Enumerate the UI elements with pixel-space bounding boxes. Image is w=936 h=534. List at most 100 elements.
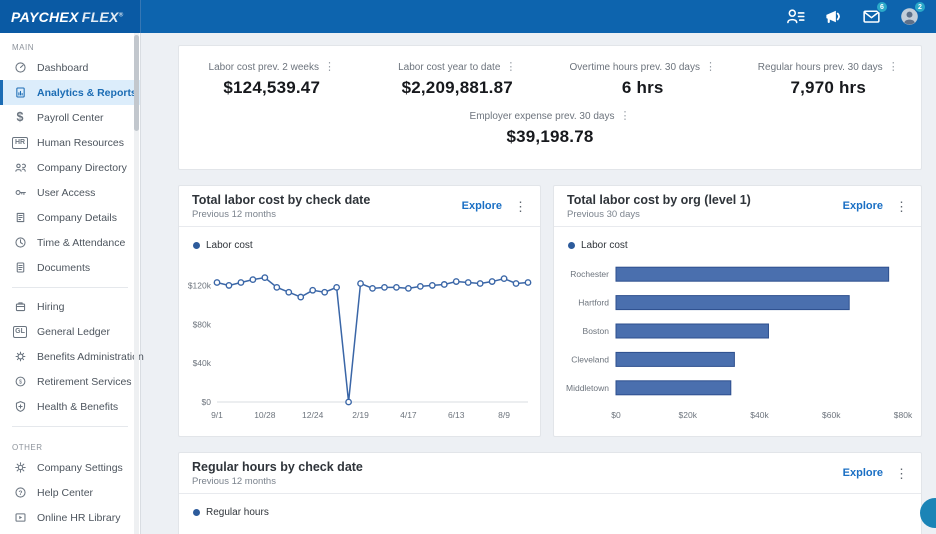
sidebar-item-label: Time & Attendance (37, 237, 125, 249)
panel-title: Total labor cost by org (level 1) (567, 193, 751, 207)
retirement-icon: $ (12, 375, 28, 388)
svg-text:Rochester: Rochester (570, 269, 609, 279)
sidebar-item-company-directory[interactable]: Company Directory (0, 155, 140, 180)
sidebar-item-general-ledger[interactable]: GL General Ledger (0, 319, 140, 344)
kpi-value: $124,539.47 (179, 78, 365, 98)
svg-text:$80k: $80k (193, 319, 212, 329)
panel-subtitle: Previous 12 months (192, 476, 363, 487)
sidebar-item-label: Dashboard (37, 62, 88, 74)
kpi-value: 6 hrs (550, 78, 736, 98)
panel-subtitle: Previous 12 months (192, 209, 370, 220)
panel-total-labor-cost-by-org: Total labor cost by org (level 1) Previo… (553, 185, 922, 437)
logo-brand: PAYCHEX (11, 9, 79, 25)
kebab-menu-icon[interactable]: ⋮ (888, 62, 899, 73)
sidebar-item-help-center[interactable]: ? Help Center (0, 480, 140, 505)
svg-text:$40k: $40k (193, 358, 212, 368)
logo-block[interactable]: PAYCHEXFLEX® (0, 0, 141, 33)
sidebar-item-human-resources[interactable]: HRHuman Resources (0, 130, 140, 155)
payroll-icon: $ (12, 111, 28, 124)
kpi-regular-hours-prev-30-days: Regular hours prev. 30 days⋮7,970 hrs (736, 62, 922, 98)
sidebar-item-label: Analytics & Reports (37, 87, 137, 99)
user-avatar-icon[interactable]: 2 (899, 6, 920, 27)
main-content: Labor cost prev. 2 weeks⋮$124,539.47Labo… (141, 33, 936, 534)
logo-registered-mark: ® (119, 12, 124, 18)
kebab-menu-icon[interactable]: ⋮ (619, 111, 630, 122)
svg-text:$0: $0 (202, 397, 212, 407)
sidebar-item-label: Company Settings (37, 462, 123, 474)
svg-text:$60k: $60k (822, 410, 841, 420)
sidebar-section-label-main: MAIN (0, 33, 140, 55)
notification-badge: 2 (914, 1, 926, 13)
sidebar-scrollbar[interactable] (134, 35, 139, 131)
directory-icon (12, 161, 28, 174)
svg-text:?: ? (18, 490, 22, 497)
megaphone-icon[interactable] (823, 6, 844, 27)
legend-label: Regular hours (206, 507, 269, 518)
kpi-value: 7,970 hrs (736, 78, 922, 98)
sidebar-divider (12, 426, 128, 427)
sidebar-item-label: Documents (37, 262, 90, 274)
sidebar-item-health-benefits[interactable]: Health & Benefits (0, 394, 140, 419)
top-header: PAYCHEXFLEX® 62 (0, 0, 936, 33)
sidebar-item-analytics-reports[interactable]: Analytics & Reports (0, 80, 140, 105)
settings-icon (12, 461, 28, 474)
sidebar-item-online-hr-library[interactable]: Online HR Library (0, 505, 140, 530)
kebab-menu-icon[interactable]: ⋮ (705, 62, 716, 73)
labor-cost-by-org-bar-chart[interactable]: $0$20k$40k$60k$80kRochesterHartfordBosto… (554, 254, 921, 426)
svg-text:6/13: 6/13 (448, 410, 465, 420)
logo-product: FLEX (82, 9, 119, 25)
kebab-menu-icon[interactable]: ⋮ (324, 62, 335, 73)
sidebar-item-label: Retirement Services (37, 376, 132, 388)
sidebar-item-time-attendance[interactable]: Time & Attendance (0, 230, 140, 255)
help-icon: ? (12, 486, 28, 499)
analytics-icon (12, 86, 28, 99)
notification-badge: 6 (876, 1, 888, 13)
svg-text:$0: $0 (611, 410, 621, 420)
explore-link[interactable]: Explore (462, 200, 502, 212)
svg-text:9/1: 9/1 (211, 410, 223, 420)
sidebar-item-retirement-services[interactable]: $ Retirement Services (0, 369, 140, 394)
svg-text:2/19: 2/19 (352, 410, 369, 420)
svg-text:12/24: 12/24 (302, 410, 324, 420)
sidebar-item-company-details[interactable]: Company Details (0, 205, 140, 230)
chart-legend: Labor cost (554, 227, 921, 251)
sidebar-item-documents[interactable]: Documents (0, 255, 140, 280)
sidebar-item-label: Benefits Administration (37, 351, 144, 363)
panel-header: Total labor cost by org (level 1) Previo… (554, 186, 921, 227)
legend-dot-icon (193, 242, 200, 249)
kebab-menu-icon[interactable]: ⋮ (895, 467, 908, 480)
sidebar-item-label: Human Resources (37, 137, 124, 149)
dashboard-icon (12, 61, 28, 74)
panel-title: Total labor cost by check date (192, 193, 370, 207)
svg-text:Cleveland: Cleveland (571, 354, 609, 364)
sidebar-item-dashboard[interactable]: Dashboard (0, 55, 140, 80)
svg-text:Hartford: Hartford (578, 298, 609, 308)
kpi-employer-expense-prev-30-days: Employer expense prev. 30 days⋮$39,198.7… (179, 111, 921, 147)
documents-icon (12, 261, 28, 274)
explore-link[interactable]: Explore (843, 467, 883, 479)
labor-cost-line-chart[interactable]: $120k$80k$40k$09/110/2812/242/194/176/13… (179, 254, 540, 426)
sidebar-section-label-other: OTHER (0, 433, 140, 455)
sidebar-item-label: Help Center (37, 487, 93, 499)
kebab-menu-icon[interactable]: ⋮ (514, 200, 527, 213)
sidebar-item-label: Payroll Center (37, 112, 104, 124)
paychex-flex-logo: PAYCHEXFLEX® (11, 9, 123, 25)
sidebar-item-payroll-center[interactable]: $ Payroll Center (0, 105, 140, 130)
sidebar-item-benefits-administration[interactable]: Benefits Administration (0, 344, 140, 369)
people-admin-icon[interactable] (785, 6, 806, 27)
sidebar-item-user-access[interactable]: User Access (0, 180, 140, 205)
kebab-menu-icon[interactable]: ⋮ (505, 62, 516, 73)
sidebar-item-company-settings[interactable]: Company Settings (0, 455, 140, 480)
kpi-label: Employer expense prev. 30 days (470, 111, 615, 122)
sidebar-item-label: Company Details (37, 212, 117, 224)
sidebar-item-label: Company Directory (37, 162, 127, 174)
sidebar-item-hiring[interactable]: Hiring (0, 294, 140, 319)
svg-text:4/17: 4/17 (400, 410, 417, 420)
sidebar-item-label: General Ledger (37, 326, 110, 338)
kpi-summary-card: Labor cost prev. 2 weeks⋮$124,539.47Labo… (178, 45, 922, 170)
svg-text:Middletown: Middletown (566, 383, 609, 393)
gl-icon: GL (12, 326, 28, 338)
messages-envelope-icon[interactable]: 6 (861, 6, 882, 27)
explore-link[interactable]: Explore (843, 200, 883, 212)
kebab-menu-icon[interactable]: ⋮ (895, 200, 908, 213)
